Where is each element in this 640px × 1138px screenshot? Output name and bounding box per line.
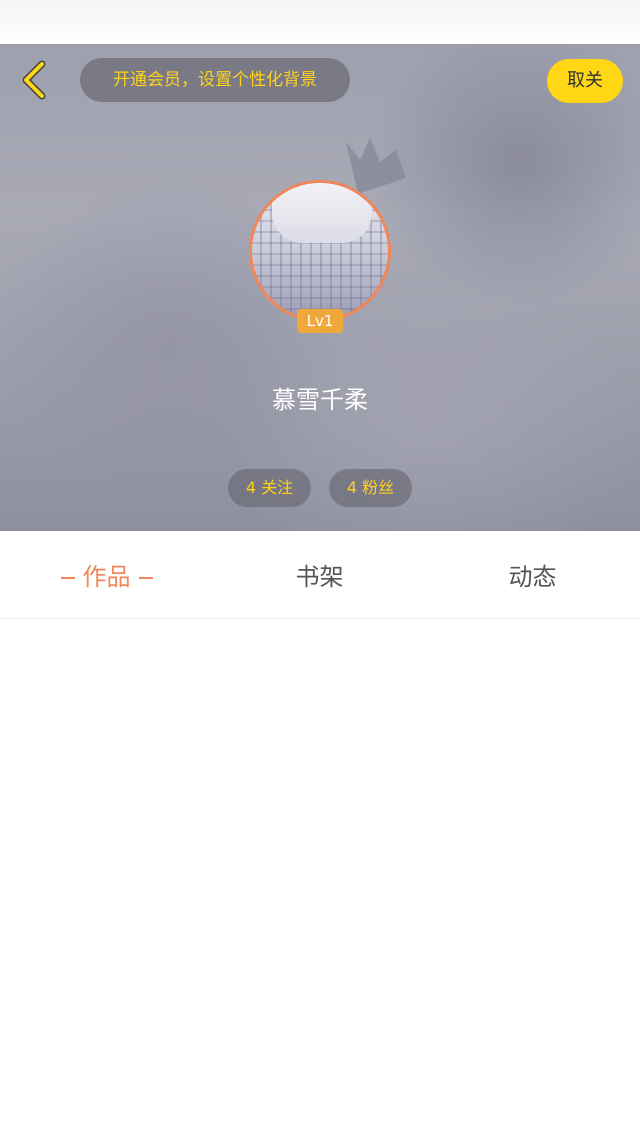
unfollow-button[interactable]: 取关 bbox=[547, 59, 623, 103]
tab-indicator-right bbox=[138, 577, 153, 579]
level-badge: Lv1 bbox=[297, 309, 343, 333]
vip-background-banner[interactable]: 开通会员，设置个性化背景 bbox=[80, 58, 350, 102]
username: 慕雪千柔 bbox=[272, 386, 368, 414]
tab-bookshelf[interactable]: 书架 bbox=[213, 531, 426, 619]
status-bar bbox=[0, 0, 640, 44]
fans-count-button[interactable]: 4 粉丝 bbox=[329, 469, 412, 507]
tab-works-label: 作品 bbox=[82, 563, 131, 591]
tab-works[interactable]: 作品 bbox=[0, 531, 213, 619]
chevron-left-icon bbox=[22, 60, 46, 100]
tab-bookshelf-label: 书架 bbox=[295, 563, 344, 591]
avatar-image bbox=[272, 183, 372, 243]
profile-page: 开通会员，设置个性化背景 取关 Lv1 慕雪千柔 4 关注 4 粉丝 作品 书架… bbox=[0, 0, 640, 1138]
tab-activity[interactable]: 动态 bbox=[426, 531, 639, 619]
back-button[interactable] bbox=[14, 58, 58, 102]
profile-header: 开通会员，设置个性化背景 取关 Lv1 慕雪千柔 4 关注 4 粉丝 bbox=[0, 44, 640, 531]
avatar[interactable] bbox=[249, 180, 391, 322]
tab-activity-label: 动态 bbox=[508, 563, 557, 591]
following-count-button[interactable]: 4 关注 bbox=[228, 469, 311, 507]
tab-content-area bbox=[0, 620, 640, 1138]
tab-indicator-left bbox=[60, 577, 75, 579]
profile-tabs: 作品 书架 动态 bbox=[0, 531, 640, 619]
